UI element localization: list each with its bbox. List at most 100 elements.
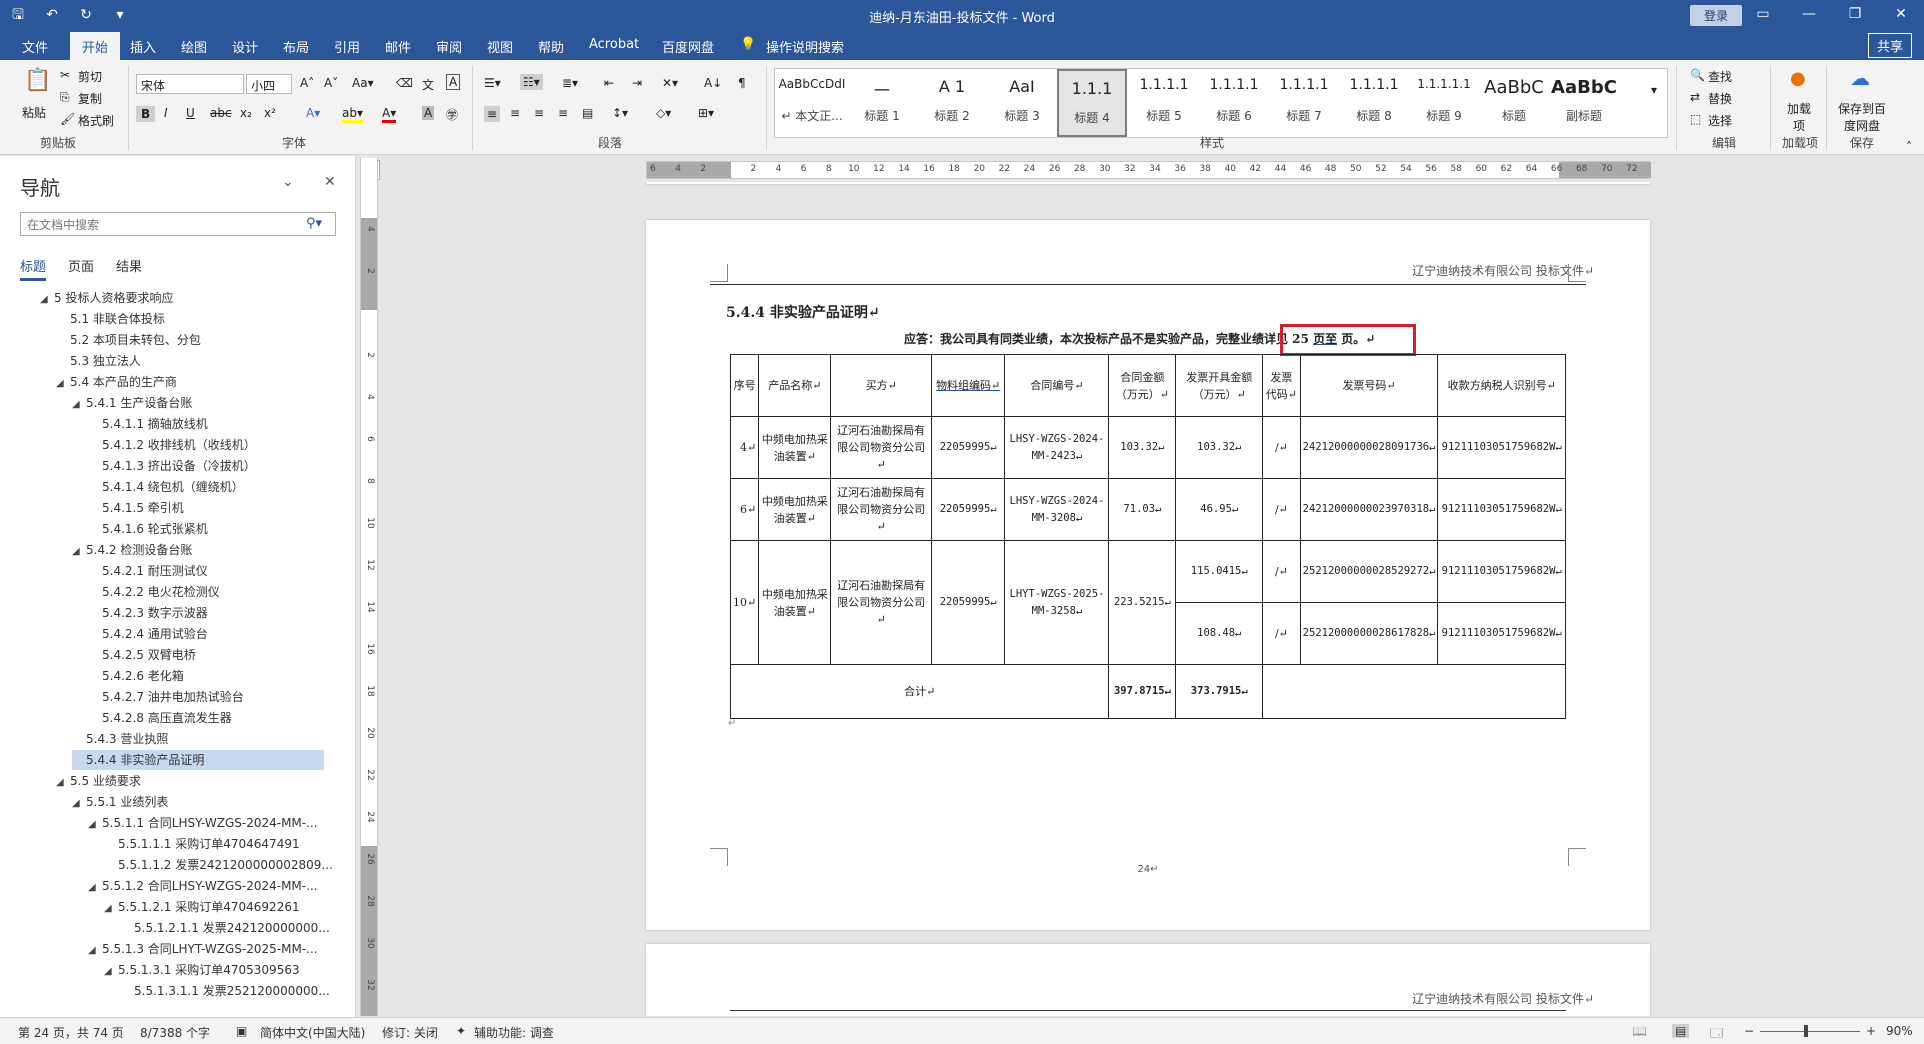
nav-tree-item[interactable]: 5.5.1.3.1.1 发票252120000000... [120, 981, 330, 1001]
accessibility-status[interactable]: 辅助功能: 调查 [474, 1024, 554, 1041]
language-status[interactable]: 简体中文(中国大陆) [260, 1024, 365, 1041]
tab-home[interactable]: 开始 [70, 32, 121, 60]
nav-tree-item[interactable]: 5.4.4 非实验产品证明 [72, 750, 324, 770]
grow-font-icon[interactable]: A˄ [300, 76, 314, 90]
nav-tree-item[interactable]: 5.4.2.2 电火花检测仪 [88, 582, 220, 602]
multilevel-list-icon[interactable]: ≣▾ [562, 76, 578, 90]
justify-icon[interactable]: ≡ [558, 106, 568, 120]
text-effects-icon[interactable]: A▾ [306, 106, 320, 120]
horizontal-ruler[interactable]: 6 4 2 2 4 6 8 10 12 14 16 18 20 22 24 26 28 30 32 34 36 38 40 4… [646, 161, 1651, 179]
italic-icon[interactable]: I [164, 106, 168, 120]
font-color-icon[interactable]: A▾ [382, 106, 397, 123]
change-case-icon[interactable]: Aa▾ [352, 76, 374, 90]
char-border-icon[interactable]: A [446, 74, 461, 90]
style-title[interactable]: AaBbC 标题 [1479, 69, 1549, 137]
save-baidu-button[interactable]: 保存到百度网盘 [1836, 100, 1888, 134]
nav-tab-pages[interactable]: 页面 [68, 256, 94, 281]
nav-tree-item[interactable]: ◢ 5.5.1.2 合同LHSY-WZGS-2024-MM-... [88, 876, 318, 896]
nav-tree-item[interactable]: 5.5.1.1.2 发票2421200000002809... [104, 855, 333, 875]
nav-tab-headings[interactable]: 标题 [20, 256, 47, 281]
style-heading-9[interactable]: 1.1.1.1.1 标题 9 [1409, 69, 1479, 137]
find-button[interactable]: 查找 [1708, 68, 1732, 85]
expand-caret-icon[interactable]: ◢ [104, 962, 118, 982]
copy-button[interactable]: 复制 [78, 90, 102, 107]
style-heading-4[interactable]: 1.1.1 标题 4 [1057, 69, 1127, 137]
minimize-icon[interactable]: — [1786, 0, 1832, 30]
numbering-icon[interactable]: ☷▾ [520, 74, 543, 90]
tab-design[interactable]: 设计 [232, 37, 258, 56]
nav-tree-item[interactable]: 5.5.1.1.1 采购订单4704647491 [104, 834, 300, 854]
nav-tree-item[interactable]: 5.4.2.3 数字示波器 [88, 603, 208, 623]
share-button[interactable]: 共享 [1867, 33, 1912, 58]
paste-button[interactable]: 粘贴 [22, 104, 46, 121]
tab-insert[interactable]: 插入 [130, 37, 156, 56]
print-layout-icon[interactable]: ▤ [1672, 1024, 1690, 1038]
style-heading-6[interactable]: 1.1.1.1 标题 6 [1199, 69, 1269, 137]
font-size-select[interactable]: 小四 [246, 74, 292, 94]
zoom-out-icon[interactable]: − [1744, 1024, 1754, 1038]
tab-view[interactable]: 视图 [487, 37, 513, 56]
expand-caret-icon[interactable]: ◢ [88, 815, 102, 835]
styles-more-icon[interactable]: ▾ [1651, 83, 1657, 97]
zoom-slider[interactable] [1760, 1031, 1860, 1032]
proofing-icon[interactable]: ▣ [236, 1024, 247, 1038]
close-window-icon[interactable]: ✕ [1878, 0, 1924, 30]
sort-icon[interactable]: A↓ [704, 76, 722, 90]
nav-tree-item[interactable]: 5.4.2.4 通用试验台 [88, 624, 208, 644]
tab-layout[interactable]: 布局 [283, 37, 309, 56]
find-icon[interactable]: 🔍 [1690, 68, 1705, 82]
collapse-ribbon-icon[interactable]: ˄ [1906, 140, 1912, 154]
nav-tree-item[interactable]: 5.4.1.3 挤出设备（冷拔机） [88, 456, 256, 476]
nav-tree-item[interactable]: ◢ 5.5.1.3 合同LHYT-WZGS-2025-MM-... [88, 939, 318, 959]
nav-tab-results[interactable]: 结果 [116, 256, 142, 281]
style-heading-5[interactable]: 1.1.1.1 标题 5 [1129, 69, 1199, 137]
nav-tree-item[interactable]: ◢ 5.4.1 生产设备台账 [72, 393, 192, 413]
align-right-icon[interactable]: ≡ [534, 106, 544, 120]
tab-acrobat[interactable]: Acrobat [589, 37, 639, 52]
style-heading-1[interactable]: 一标题 1 [847, 69, 917, 137]
select-button[interactable]: 选择 [1708, 112, 1732, 129]
nav-tree-item[interactable]: 5.4.1.1 摘轴放线机 [88, 414, 208, 434]
nav-tree-item[interactable]: 5.1 非联合体投标 [56, 309, 165, 329]
cut-button[interactable]: 剪切 [78, 68, 102, 85]
nav-tree-item[interactable]: 5.4.1.4 绕包机（缠绕机） [88, 477, 244, 497]
tab-baidu[interactable]: 百度网盘 [662, 37, 714, 56]
clear-format-icon[interactable]: ⌫ [396, 76, 413, 90]
nav-close-icon[interactable]: ✕ [324, 174, 336, 190]
shrink-font-icon[interactable]: A˅ [324, 76, 338, 90]
underline-icon[interactable]: U [186, 106, 195, 120]
style-heading-3[interactable]: AaI 标题 3 [987, 69, 1057, 137]
zoom-level[interactable]: 90% [1886, 1024, 1913, 1038]
style-heading-8[interactable]: 1.1.1.1 标题 8 [1339, 69, 1409, 137]
align-left-icon[interactable]: ≡ [484, 106, 501, 122]
bold-icon[interactable]: B [136, 106, 156, 122]
phonetic-icon[interactable]: 文 [422, 76, 434, 93]
expand-caret-icon[interactable]: ◢ [88, 878, 102, 898]
select-icon[interactable]: ⬚ [1690, 112, 1701, 126]
login-button[interactable]: 登录 [1690, 5, 1743, 26]
nav-tree-item[interactable]: 5.4.2.6 老化箱 [88, 666, 184, 686]
ribbon-display-icon[interactable]: ▭ [1740, 0, 1786, 30]
tab-references[interactable]: 引用 [334, 37, 360, 56]
restore-icon[interactable]: ❐ [1832, 0, 1878, 30]
track-changes-status[interactable]: 修订: 关闭 [382, 1024, 438, 1041]
nav-tree-item[interactable]: ◢ 5.5.1 业绩列表 [72, 792, 168, 812]
line-spacing-icon[interactable]: ↕▾ [612, 106, 628, 120]
nav-tree-item[interactable]: 5.4.2.7 油井电加热试验台 [88, 687, 244, 707]
replace-icon[interactable]: ⇄ [1690, 90, 1700, 104]
search-icon[interactable]: ⚲▾ [306, 216, 322, 231]
style-heading-7[interactable]: 1.1.1.1 标题 7 [1269, 69, 1339, 137]
nav-options-icon[interactable]: ⌄ [282, 174, 294, 190]
expand-caret-icon[interactable]: ◢ [56, 773, 70, 793]
nav-tree-item[interactable]: 5.4.2.8 高压直流发生器 [88, 708, 232, 728]
nav-tree-item[interactable]: 5.4.1.2 收排线机（收线机） [88, 435, 256, 455]
zoom-in-icon[interactable]: + [1866, 1024, 1876, 1038]
nav-search-input[interactable]: 在文档中搜索 [20, 212, 336, 236]
addins-button[interactable]: 加载项 [1786, 100, 1812, 134]
increase-indent-icon[interactable]: ⇥ [632, 76, 642, 90]
tell-me-search[interactable]: 操作说明搜索 [766, 37, 844, 56]
expand-caret-icon[interactable]: ◢ [40, 290, 54, 310]
nav-tree-item[interactable]: 5.2 本项目未转包、分包 [56, 330, 201, 350]
tab-mailings[interactable]: 邮件 [385, 37, 411, 56]
decrease-indent-icon[interactable]: ⇤ [604, 76, 614, 90]
